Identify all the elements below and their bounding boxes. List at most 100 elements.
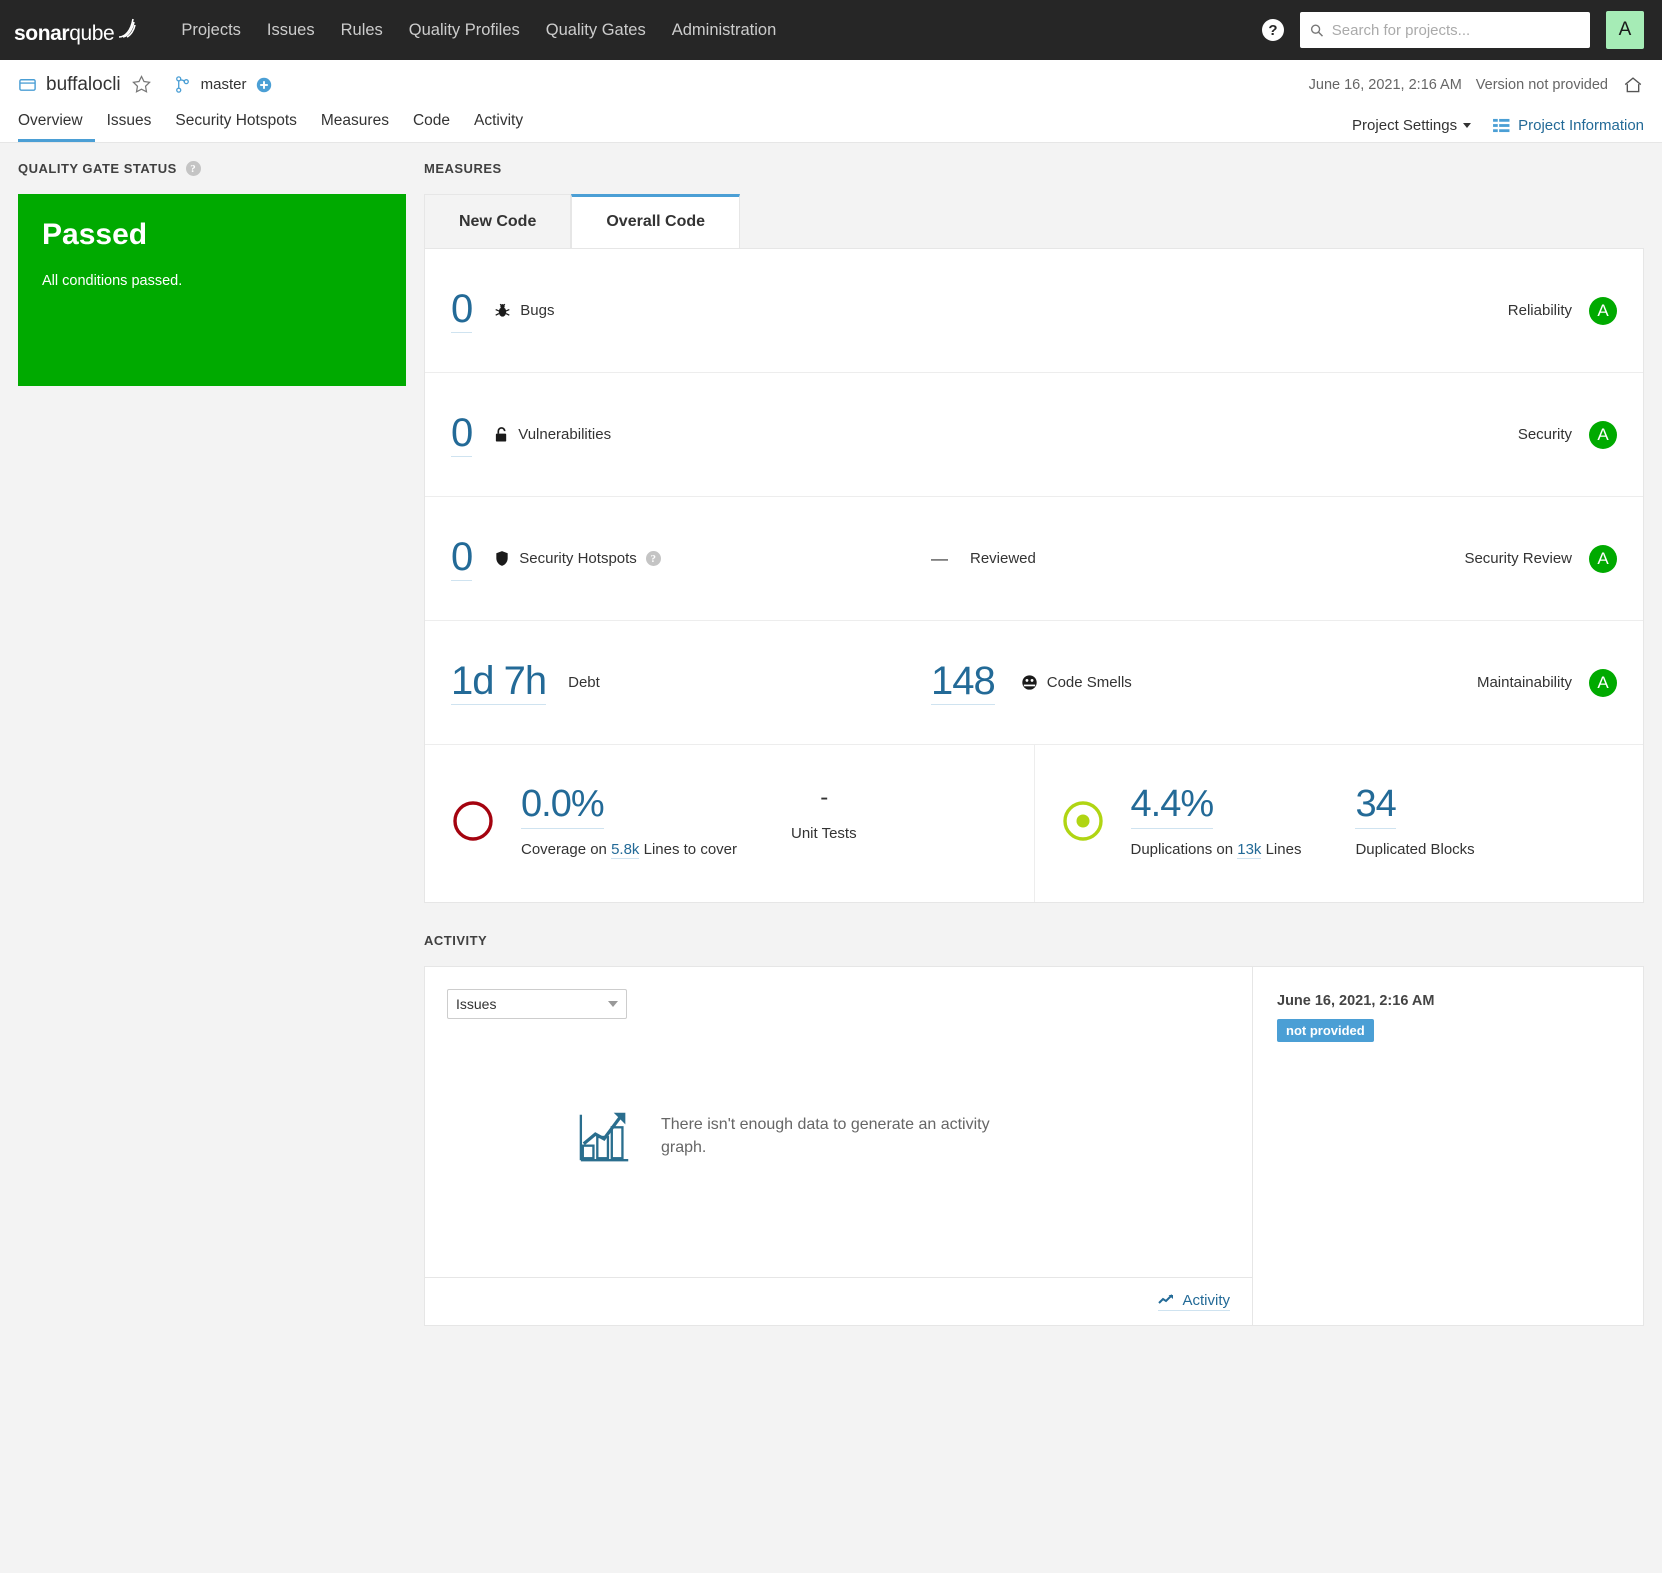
security-hotspots-value[interactable]: 0 — [451, 537, 473, 581]
nav-link-issues[interactable]: Issues — [254, 0, 328, 60]
measures-tab-overall-code[interactable]: Overall Code — [571, 194, 741, 249]
project-tabs-row: Overview Issues Security Hotspots Measur… — [18, 105, 1644, 142]
bugs-label-group: Bugs — [494, 302, 554, 319]
measure-main-security-hotspots: 0 Security Hotspots ? — [451, 537, 931, 581]
security-hotspots-help-icon[interactable]: ? — [645, 551, 661, 566]
measures-column: Measures New Code Overall Code 0 — [424, 161, 1644, 1354]
activity-section-title: Activity — [424, 933, 1644, 948]
tab-measures[interactable]: Measures — [309, 112, 401, 142]
duplications-lines-link[interactable]: 13k — [1237, 840, 1262, 859]
event-date: June 16, 2021, 2:16 AM — [1277, 992, 1435, 1009]
nav-link-rules[interactable]: Rules — [328, 0, 396, 60]
tab-activity[interactable]: Activity — [462, 112, 535, 142]
project-information-link[interactable]: Project Information — [1493, 117, 1644, 134]
duplications-ring-icon — [1062, 801, 1103, 841]
coverage-donut — [451, 785, 495, 848]
nav-link-administration[interactable]: Administration — [659, 0, 790, 60]
coverage-caption-suffix: Lines to cover — [643, 840, 737, 858]
tab-code[interactable]: Code — [401, 112, 462, 142]
graph-type-value: Issues — [456, 995, 497, 1012]
duplications-value[interactable]: 4.4% — [1130, 784, 1214, 829]
duplications-caption-suffix: Lines — [1265, 840, 1302, 858]
project-settings-dropdown[interactable]: Project Settings — [1352, 117, 1472, 134]
search-box[interactable] — [1300, 12, 1590, 48]
favorite-star-icon[interactable] — [131, 74, 152, 95]
help-icon[interactable]: ? — [1262, 19, 1284, 41]
add-branch-icon[interactable] — [256, 77, 272, 93]
debt-value[interactable]: 1d 7h — [451, 661, 547, 705]
tab-security-hotspots[interactable]: Security Hotspots — [163, 112, 308, 142]
activity-empty-message: There isn't enough data to generate an a… — [661, 1115, 990, 1156]
security-review-rating-group: Security Review A — [1464, 544, 1617, 573]
project-header: buffalocli master June 16, 2021, 2:16 AM… — [0, 60, 1662, 143]
project-version: Version not provided — [1475, 76, 1608, 93]
activity-link[interactable]: Activity — [1158, 1292, 1230, 1311]
security-label: Security — [1517, 426, 1572, 443]
tab-overview[interactable]: Overview — [18, 112, 95, 142]
project-information-label: Project Information — [1518, 117, 1644, 134]
coverage-metrics: 0.0% Coverage on 5.8k Lines to cover - U… — [521, 784, 857, 859]
security-review-rating-badge[interactable]: A — [1589, 544, 1617, 573]
maintainability-rating-badge[interactable]: A — [1589, 668, 1617, 697]
code-smells-label-group: Code Smells — [1021, 674, 1132, 691]
duplications-metrics: 4.4% Duplications on 13k Lines 34 Duplic… — [1130, 784, 1475, 859]
vulnerability-icon — [496, 427, 507, 442]
logo-text: sonarqube — [14, 22, 115, 45]
duplications-caption: Duplications on 13k Lines — [1131, 840, 1302, 859]
page-title: buffalocli — [46, 73, 121, 95]
nav-link-quality-profiles[interactable]: Quality Profiles — [396, 0, 533, 60]
graph-type-select[interactable]: Issues — [447, 988, 627, 1019]
coverage-panel: 0.0% Coverage on 5.8k Lines to cover - U… — [425, 745, 1034, 902]
unit-tests-label: Unit Tests — [791, 825, 857, 843]
nav-link-quality-gates[interactable]: Quality Gates — [533, 0, 659, 60]
user-avatar[interactable]: A — [1606, 11, 1644, 49]
bugs-label: Bugs — [520, 302, 555, 319]
vulnerabilities-label: Vulnerabilities — [518, 426, 612, 443]
project-header-actions: Project Settings Project Information — [1352, 117, 1644, 142]
chevron-down-icon — [1463, 123, 1472, 128]
vulnerabilities-value[interactable]: 0 — [451, 413, 473, 457]
reliability-rating-group: Reliability A — [1508, 296, 1617, 325]
project-meta: June 16, 2021, 2:16 AM Version not provi… — [1309, 74, 1644, 96]
activity-card: Issues There isn't enough data to genera… — [424, 965, 1644, 1326]
global-navbar: sonarqube Projects Issues Rules Quality … — [0, 0, 1662, 60]
help-hint-icon[interactable]: ? — [185, 161, 201, 176]
bugs-value[interactable]: 0 — [451, 289, 473, 333]
vulnerabilities-label-group: Vulnerabilities — [494, 426, 611, 443]
trend-icon — [1158, 1294, 1174, 1305]
activity-graph-panel: Issues There isn't enough data to genera… — [425, 966, 1253, 1325]
security-rating-badge[interactable]: A — [1589, 420, 1617, 449]
code-smells-value[interactable]: 148 — [931, 661, 996, 705]
branch-name[interactable]: master — [201, 76, 247, 93]
activity-events-panel: June 16, 2021, 2:16 AM not provided — [1253, 967, 1643, 1325]
duplicated-blocks-metric: 34 Duplicated Blocks — [1355, 784, 1475, 858]
quality-gate-status: Passed — [42, 218, 148, 251]
measures-tab-new-code[interactable]: New Code — [424, 194, 572, 249]
security-review-label: Security Review — [1464, 550, 1572, 567]
code-smells-group: 148 Code Smells — [931, 661, 1132, 705]
duplicated-blocks-value[interactable]: 34 — [1355, 784, 1397, 829]
coverage-duplications-row: 0.0% Coverage on 5.8k Lines to cover - U… — [425, 745, 1643, 902]
coverage-value[interactable]: 0.0% — [521, 784, 605, 829]
project-title-row: buffalocli master June 16, 2021, 2:16 AM… — [18, 60, 1644, 105]
tab-issues[interactable]: Issues — [95, 112, 164, 142]
reviewed-label: Reviewed — [970, 550, 1036, 567]
coverage-lines-link[interactable]: 5.8k — [611, 840, 640, 859]
quality-gate-column: Quality Gate Status ? Passed All conditi… — [18, 161, 406, 386]
activity-footer: Activity — [425, 1276, 1252, 1325]
home-icon[interactable] — [1622, 74, 1644, 96]
search-icon — [1310, 24, 1324, 37]
activity-graph-body: Issues There isn't enough data to genera… — [425, 967, 1252, 1277]
branch-icon — [175, 76, 189, 93]
coverage-caption-prefix: Coverage on — [521, 840, 607, 858]
sonarqube-logo[interactable]: sonarqube — [14, 16, 140, 46]
activity-title-text: Activity — [424, 932, 488, 948]
measure-main-vulnerabilities: 0 Vulnerabilities — [451, 413, 931, 457]
measures-section-title: Measures — [424, 161, 1644, 176]
search-input[interactable] — [1331, 21, 1580, 39]
nav-link-projects[interactable]: Projects — [168, 0, 254, 60]
unit-tests-value: - — [820, 784, 828, 811]
reliability-rating-badge[interactable]: A — [1589, 296, 1617, 325]
measures-title-text: Measures — [424, 161, 502, 176]
measures-card: 0 Bugs Reliability A 0 Vulnerabilities S… — [424, 248, 1644, 903]
